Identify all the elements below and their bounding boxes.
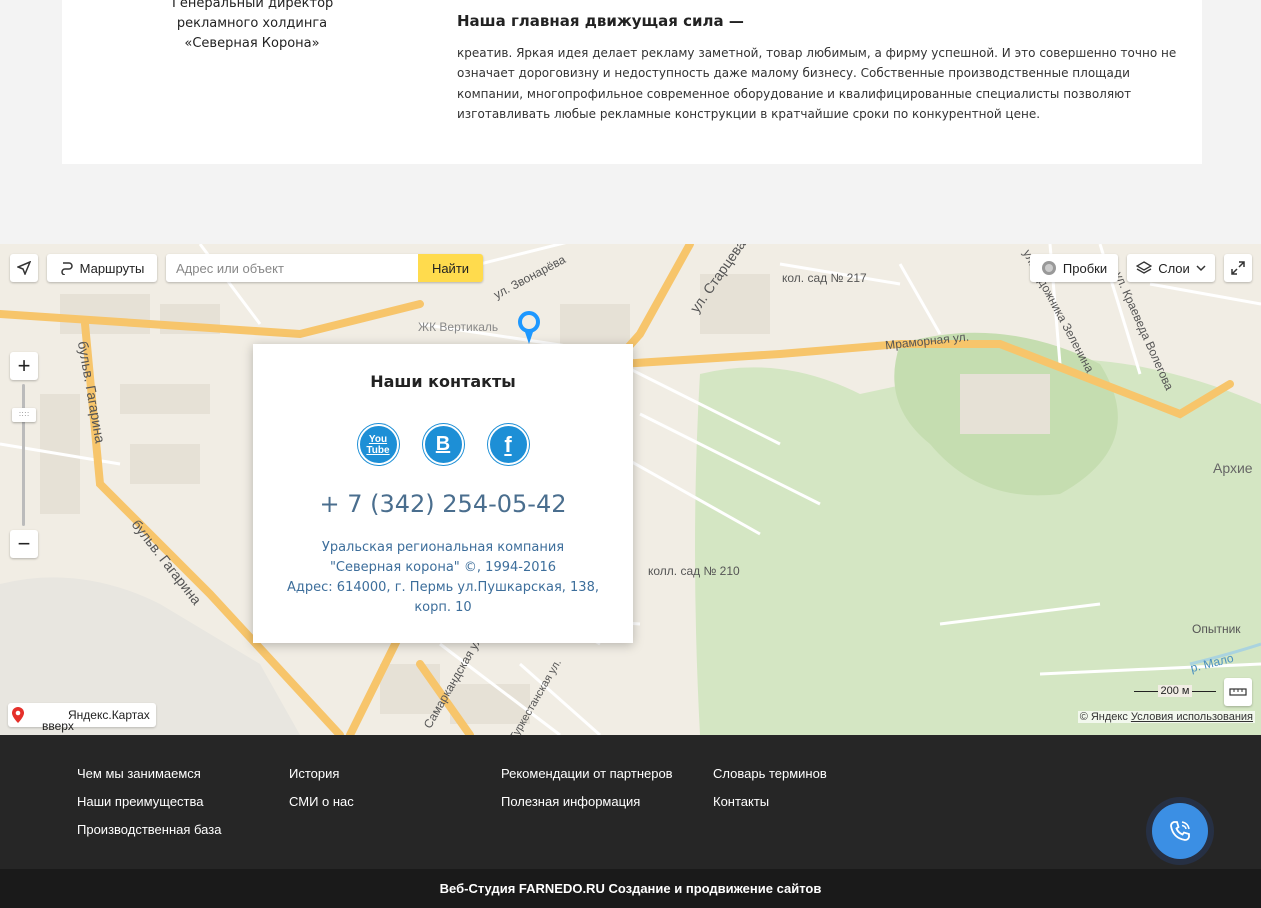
map-search-input[interactable] [166,254,418,282]
terms-link[interactable]: Условия использования [1131,711,1253,723]
callback-button-inner[interactable] [1152,803,1208,859]
footer-link[interactable]: Словарь терминов [713,766,827,781]
fullscreen-button[interactable] [1224,254,1252,282]
facebook-icon: f [504,431,512,457]
routes-icon [60,262,73,275]
director-caption: Генеральный директор рекламного холдинга… [172,0,334,54]
social-links: You Tube B f [253,424,633,465]
ruler-button[interactable] [1224,678,1252,706]
callback-button[interactable] [1146,797,1214,865]
copyright-text: © Яндекс [1079,711,1128,723]
locate-button[interactable] [10,254,38,282]
yandex-pin-icon [12,707,24,723]
map-scale-label: 200 м [1157,685,1193,697]
vk-button[interactable]: B [422,424,464,465]
facebook-button[interactable]: f [487,424,529,465]
map-search: Найти [166,254,483,282]
footer: Чем мы занимаемся Наши преимущества Прои… [0,735,1261,869]
phone-call-icon [1170,821,1190,841]
company-address: Адрес: 614000, г. Пермь ул.Пушкарская, 1… [287,580,599,615]
about-text: креатив. Яркая идея делает рекламу замет… [457,46,1177,121]
director-line: «Северная Корона» [184,36,320,51]
director-line: рекламного холдинга [176,16,328,31]
map-pin-icon [518,311,540,344]
locate-arrow-icon [17,261,31,275]
yandex-maps-link[interactable]: Яндекс.Картах [8,703,156,727]
layers-label: Слои [1158,260,1190,276]
place-label: колл. сад № 210 [648,564,740,578]
footer-link[interactable]: Производственная база [77,822,221,837]
youtube-icon: You Tube [366,433,390,456]
zoom-out-button[interactable]: − [10,530,38,558]
place-label: Опытник [1192,622,1241,636]
scroll-to-top-link[interactable]: вверх [42,720,74,732]
contacts-title: Наши контакты [370,372,516,391]
company-name: Уральская региональная компания [321,540,565,555]
map-scale: 200 м [1134,684,1216,698]
contacts-card: Наши контакты You Tube B f + 7 (342) 254… [253,344,633,643]
place-label: Архие [1213,460,1253,476]
yandex-maps-label: Яндекс.Картах [68,708,150,722]
ruler-icon [1229,688,1247,696]
map-copyright: © Яндекс Условия использования [1077,711,1255,723]
youtube-button[interactable]: You Tube [357,424,399,465]
place-label: кол. сад № 217 [782,271,867,285]
company-info: Уральская региональная компания "Северна… [273,538,613,618]
routes-label: Маршруты [79,260,145,276]
layers-icon [1136,261,1153,274]
traffic-icon [1041,261,1056,275]
layers-button[interactable]: Слои [1127,254,1215,282]
footer-link[interactable]: Контакты [713,794,769,809]
footer-link[interactable]: История [289,766,339,781]
footer-link[interactable]: Рекомендации от партнеров [501,766,673,781]
place-label: ЖК Вертикаль [418,320,499,334]
studio-credit-link[interactable]: Веб-Студия FARNEDO.RU Создание и продвиж… [440,881,822,896]
zoom-in-button[interactable]: + [10,352,38,380]
footer-link[interactable]: Полезная информация [501,794,640,809]
traffic-button[interactable]: Пробки [1030,254,1118,282]
about-section: Генеральный директор рекламного холдинга… [62,0,1202,164]
director-line: Генеральный директор [172,0,334,11]
contact-phone[interactable]: + 7 (342) 254-05-42 [253,490,633,518]
zoom-slider-handle[interactable]: :::: [12,408,36,422]
traffic-label: Пробки [1062,260,1108,276]
company-copyright: "Северная корона" ©, 1994-2016 [329,560,557,575]
footer-link[interactable]: Наши преимущества [77,794,204,809]
about-title: Наша главная движущая сила — [457,12,744,30]
vk-icon: B [435,433,451,455]
map-search-button[interactable]: Найти [418,254,483,282]
zoom-slider-track[interactable] [22,384,25,526]
bottom-bar: Веб-Студия FARNEDO.RU Создание и продвиж… [0,869,1261,908]
footer-link[interactable]: Чем мы занимаемся [77,766,201,781]
fullscreen-icon [1231,261,1245,275]
routes-button[interactable]: Маршруты [47,254,157,282]
footer-link[interactable]: СМИ о нас [289,794,354,809]
chevron-down-icon [1196,265,1206,272]
